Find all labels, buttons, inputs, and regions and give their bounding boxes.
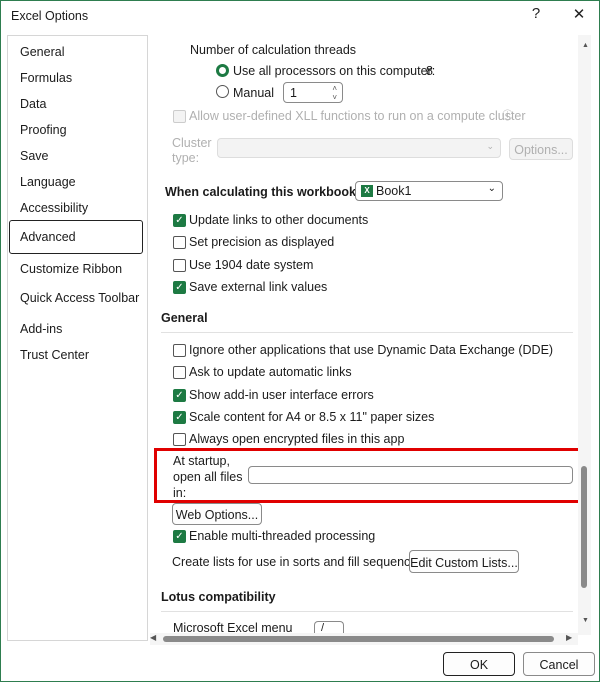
option-label: Always open encrypted files in this app: [189, 432, 405, 447]
info-icon: ⓘ: [502, 110, 513, 122]
cluster-type-dropdown[interactable]: ⌄: [217, 138, 501, 158]
ok-button[interactable]: OK: [443, 652, 515, 676]
horizontal-scroll-thumb[interactable]: [163, 636, 554, 642]
xll-cluster-checkbox[interactable]: [173, 110, 186, 123]
multithread-checkbox[interactable]: ✓: [173, 530, 186, 543]
sidebar-item-advanced[interactable]: Advanced: [20, 230, 76, 244]
sidebar-item-proofing[interactable]: Proofing: [20, 123, 67, 137]
option-checkbox[interactable]: [173, 236, 186, 250]
multithread-label: Enable multi-threaded processing: [189, 529, 376, 543]
window-title: Excel Options: [11, 9, 89, 23]
scroll-right-icon[interactable]: ▶: [566, 633, 572, 642]
scroll-up-icon[interactable]: ▲: [582, 42, 589, 49]
option-checkbox[interactable]: ✓: [173, 410, 186, 424]
workbook-heading: When calculating this workbook:: [165, 185, 361, 199]
option-label: Ask to update automatic links: [189, 365, 352, 380]
horizontal-scrollbar[interactable]: ◀ ▶: [150, 633, 578, 645]
option-label: Ignore other applications that use Dynam…: [189, 343, 554, 357]
lotus-heading: Lotus compatibility: [161, 590, 276, 604]
chevron-down-icon: ⌄: [487, 183, 496, 194]
sidebar-item-add-ins[interactable]: Add-ins: [20, 322, 62, 336]
vertical-scrollbar[interactable]: ▲ ▼: [578, 35, 591, 635]
close-button[interactable]: ✕: [567, 5, 591, 23]
cluster-options-button[interactable]: Options...: [509, 138, 573, 160]
use-all-processors-radio[interactable]: [216, 64, 229, 77]
sidebar-item-formulas[interactable]: Formulas: [20, 71, 72, 85]
option-checkbox[interactable]: [173, 258, 186, 272]
option-checkbox[interactable]: ✓: [173, 388, 186, 402]
xll-cluster-label: Allow user-defined XLL functions to run …: [189, 109, 526, 123]
option-label: Update links to other documents: [189, 213, 369, 227]
workbook-value: Book1: [376, 184, 412, 198]
manual-threads-stepper[interactable]: 1 ˄ ˅: [283, 82, 343, 103]
menu-key-input[interactable]: /: [314, 621, 344, 633]
option-label: Set precision as displayed: [189, 235, 335, 250]
scroll-left-icon[interactable]: ◀: [150, 633, 156, 642]
manual-radio[interactable]: [216, 85, 229, 98]
cancel-button[interactable]: Cancel: [523, 652, 595, 676]
option-label: Scale content for A4 or 8.5 x 11" paper …: [189, 409, 435, 424]
option-label: Save external link values: [189, 279, 328, 294]
option-label: Show add-in user interface errors: [189, 387, 374, 402]
sidebar-item-quick-access-toolbar[interactable]: Quick Access Toolbar: [20, 291, 139, 305]
option-checkbox[interactable]: [173, 433, 186, 447]
web-options-button[interactable]: Web Options...: [172, 503, 262, 525]
manual-threads-value: 1: [290, 86, 297, 100]
spin-arrows-icon[interactable]: ˄ ˅: [332, 84, 337, 102]
use-all-processors-label: Use all processors on this computer:: [233, 64, 436, 78]
sidebar-item-trust-center[interactable]: Trust Center: [20, 348, 89, 362]
cluster-type-label-1: Cluster: [172, 136, 212, 150]
option-checkbox[interactable]: ✓: [173, 280, 186, 294]
excel-icon: X: [361, 185, 373, 197]
general-heading: General: [161, 311, 208, 325]
sidebar-item-save[interactable]: Save: [20, 149, 49, 163]
threads-label: Number of calculation threads: [190, 43, 357, 57]
option-checkbox[interactable]: [173, 366, 186, 380]
sidebar: General Formulas Data Proofing Save Lang…: [7, 35, 148, 641]
divider: [161, 611, 573, 612]
cluster-type-label-2: type:: [172, 151, 200, 165]
highlight-box: [154, 448, 585, 503]
option-checkbox[interactable]: ✓: [173, 214, 186, 227]
option-checkbox[interactable]: [173, 344, 186, 357]
manual-label: Manual: [233, 86, 274, 100]
custom-lists-label: Create lists for use in sorts and fill s…: [172, 555, 427, 569]
processor-count: 8: [426, 64, 433, 78]
sidebar-item-general[interactable]: General: [20, 45, 64, 59]
scroll-down-icon[interactable]: ▼: [582, 617, 589, 624]
edit-custom-lists-button[interactable]: Edit Custom Lists...: [409, 550, 519, 573]
option-label: Use 1904 date system: [189, 257, 314, 272]
sidebar-item-data[interactable]: Data: [20, 97, 46, 111]
sidebar-item-accessibility[interactable]: Accessibility: [20, 201, 88, 215]
chevron-down-icon: ⌄: [486, 141, 494, 151]
menu-key-label: Microsoft Excel menu key:: [173, 621, 293, 633]
sidebar-item-language[interactable]: Language: [20, 175, 76, 189]
workbook-dropdown[interactable]: X Book1 ⌄: [355, 181, 503, 201]
sidebar-item-customize-ribbon[interactable]: Customize Ribbon: [20, 262, 122, 276]
divider: [161, 332, 573, 333]
vertical-scroll-thumb[interactable]: [581, 466, 587, 588]
help-button[interactable]: ?: [524, 5, 548, 22]
